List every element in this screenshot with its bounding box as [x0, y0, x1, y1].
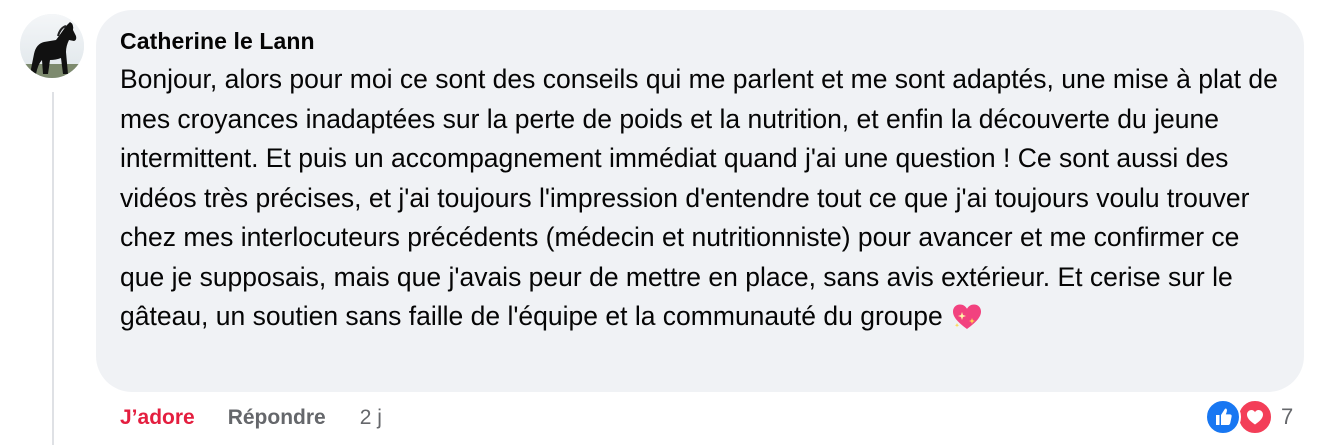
love-icon	[1237, 399, 1273, 435]
comment-bubble: Catherine le Lann Bonjour, alors pour mo…	[96, 10, 1304, 392]
comment-actions: J’adore Répondre 2 j	[120, 404, 382, 432]
horse-photo-icon	[20, 14, 84, 78]
sparkling-heart-icon	[952, 303, 982, 343]
reactions-summary[interactable]: 7	[1205, 398, 1293, 436]
comment-author[interactable]: Catherine le Lann	[120, 28, 1280, 54]
avatar[interactable]	[20, 14, 84, 78]
comment-body: Bonjour, alors pour moi ce sont des cons…	[120, 60, 1285, 343]
love-reaction-button[interactable]: J’adore	[120, 406, 195, 430]
comment-timestamp[interactable]: 2 j	[360, 406, 382, 430]
thread-connector-line	[52, 92, 54, 445]
like-icon	[1205, 399, 1241, 435]
comment-text: Bonjour, alors pour moi ce sont des cons…	[120, 64, 1278, 331]
reaction-icons	[1205, 399, 1275, 435]
reaction-count: 7	[1281, 404, 1294, 429]
reply-button[interactable]: Répondre	[228, 406, 326, 430]
